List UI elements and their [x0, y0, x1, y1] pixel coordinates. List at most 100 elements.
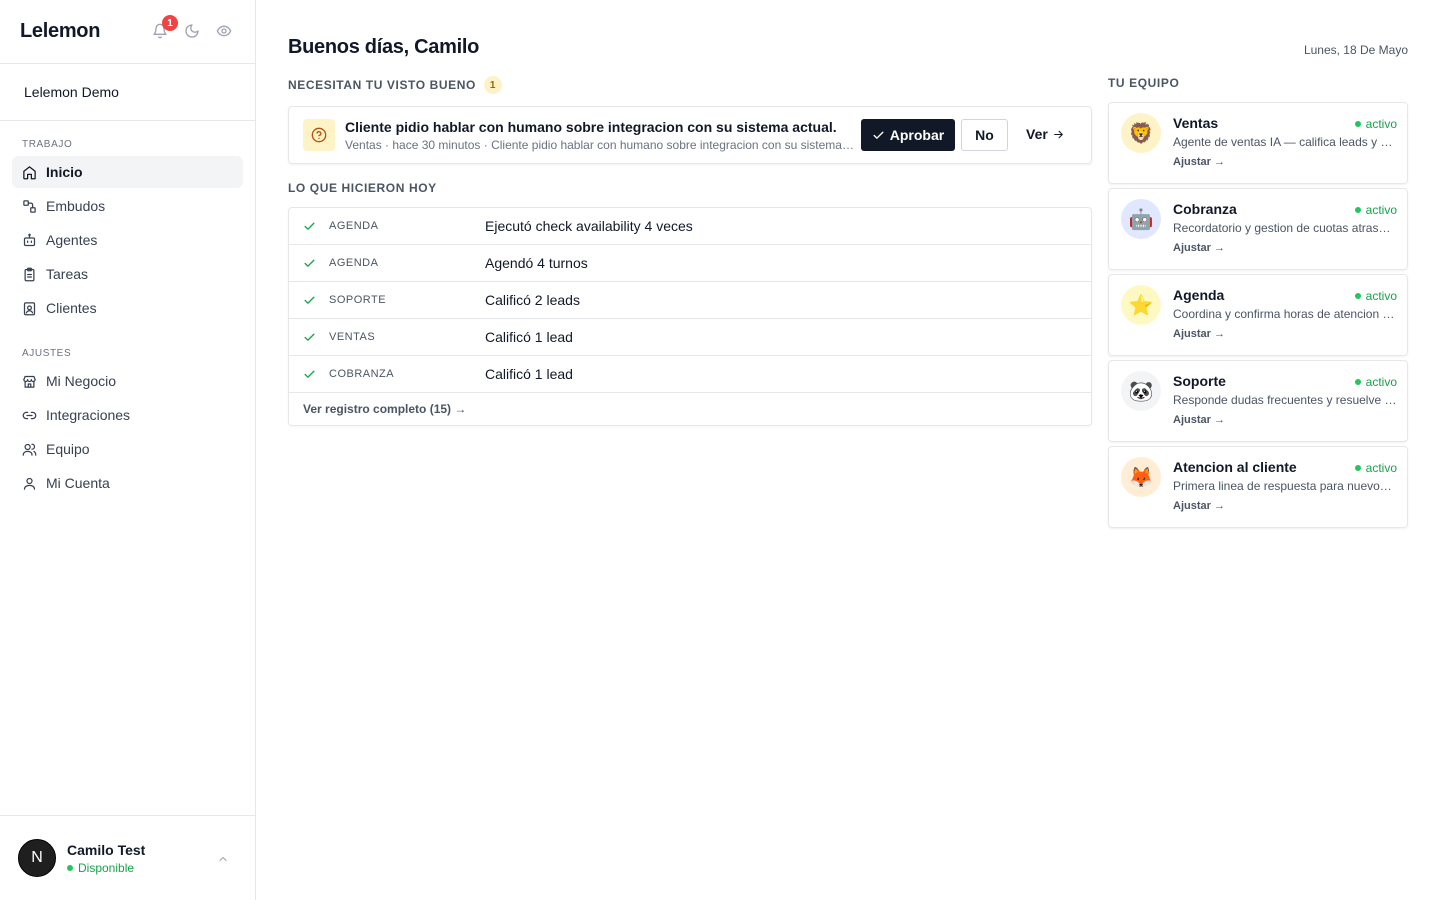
user-info: Camilo Test Disponible — [67, 842, 145, 875]
list-item: AGENDA Ejecutó check availability 4 vece… — [289, 208, 1091, 245]
team-heading: TU EQUIPO — [1108, 76, 1180, 90]
status-dot — [1354, 121, 1361, 127]
check-icon — [303, 368, 329, 381]
sidebar: Lelemon 1 Lelemon Demo TRABAJO Inicio Em… — [0, 0, 256, 900]
adjust-link[interactable]: Ajustar → — [1173, 328, 1225, 340]
activity-category: VENTAS — [329, 331, 376, 343]
approval-title: Cliente pidio hablar con humano sobre in… — [345, 118, 837, 135]
status-dot — [1354, 207, 1361, 213]
workspace-selector[interactable]: Lelemon Demo — [0, 64, 255, 121]
reject-button[interactable]: No — [961, 119, 1008, 151]
list-item: COBRANZA Calificó 1 lead — [289, 356, 1091, 393]
view-full-log-link[interactable]: Ver registro completo (15) → — [289, 393, 1091, 425]
agent-name: Agenda — [1173, 287, 1225, 303]
check-icon — [303, 220, 329, 233]
activity-category: SOPORTE — [329, 294, 387, 306]
chevron-up-icon[interactable] — [217, 852, 229, 868]
user-name: Camilo Test — [67, 841, 146, 858]
current-date: Lunes, 18 De Mayo — [1303, 43, 1408, 57]
adjust-link[interactable]: Ajustar → — [1173, 500, 1225, 512]
activity-category: COBRANZA — [329, 368, 395, 380]
sidebar-item-inicio[interactable]: Inicio — [12, 156, 243, 188]
adjust-link[interactable]: Ajustar → — [1173, 414, 1225, 426]
sidebar-item-integraciones[interactable]: Integraciones — [12, 399, 243, 431]
agent-status-label: activo — [1365, 203, 1397, 217]
sidebar-item-mi-cuenta[interactable]: Mi Cuenta — [12, 467, 243, 499]
eye-icon[interactable] — [215, 22, 233, 40]
agent-status-label: activo — [1365, 117, 1397, 131]
user-icon — [23, 477, 36, 490]
fox-avatar-icon: 🦊 — [1121, 457, 1161, 497]
status-dot — [1354, 293, 1361, 299]
agent-name: Atencion al cliente — [1173, 459, 1297, 475]
list-item: SOPORTE Calificó 2 leads — [289, 282, 1091, 319]
bell-icon[interactable]: 1 — [151, 15, 178, 40]
agent-card[interactable]: 🤖 Cobranza activo Recordatorio y gestion… — [1108, 188, 1408, 270]
moon-icon[interactable] — [183, 22, 201, 40]
view-button-label: Ver — [1026, 126, 1048, 142]
adjust-link[interactable]: Ajustar → — [1173, 156, 1225, 168]
activity-category: AGENDA — [329, 257, 379, 269]
list-item: AGENDA Agendó 4 turnos — [289, 245, 1091, 282]
check-icon — [303, 294, 329, 307]
adjust-link[interactable]: Ajustar → — [1173, 242, 1225, 254]
store-icon — [23, 375, 36, 388]
agent-card[interactable]: 🦊 Atencion al cliente activo Primera lin… — [1108, 446, 1408, 528]
agent-description: Primera linea de respuesta para nuevos c… — [1173, 479, 1397, 493]
check-icon — [303, 257, 329, 270]
activity-text: Calificó 1 lead — [485, 366, 573, 382]
contacts-icon — [23, 301, 36, 315]
agent-description: Agente de ventas IA — califica leads y a… — [1173, 135, 1397, 149]
users-icon — [22, 443, 37, 456]
user-menu[interactable]: N Camilo Test Disponible — [0, 815, 255, 900]
approvals-heading: NECESITAN TU VISTO BUENO 1 — [288, 76, 1092, 94]
activity-heading: LO QUE HICIERON HOY — [288, 181, 437, 195]
approve-button[interactable]: Aprobar — [861, 119, 955, 151]
sidebar-item-label: Tareas — [46, 266, 89, 282]
sidebar-item-agentes[interactable]: Agentes — [12, 224, 243, 256]
arrow-right-icon — [1053, 130, 1063, 138]
approval-card: Cliente pidio hablar con humano sobre in… — [288, 106, 1092, 164]
agent-card[interactable]: 🐼 Soporte activo Responde dudas frecuent… — [1108, 360, 1408, 442]
star-avatar-icon: ⭐ — [1121, 285, 1161, 325]
sidebar-item-label: Agentes — [46, 232, 98, 248]
section-label-trabajo: TRABAJO — [22, 139, 73, 150]
brand-logo[interactable]: Lelemon — [20, 20, 100, 43]
home-icon — [23, 165, 36, 179]
sidebar-item-label: Integraciones — [46, 407, 131, 423]
activity-text: Ejecutó check availability 4 veces — [485, 218, 693, 234]
sidebar-item-equipo[interactable]: Equipo — [12, 433, 243, 465]
question-icon — [303, 119, 335, 151]
approvals-title: NECESITAN TU VISTO BUENO — [288, 78, 476, 92]
approval-text: Cliente pidio hablar con humano sobre in… — [345, 119, 855, 152]
approvals-count-badge: 1 — [483, 76, 502, 94]
view-button[interactable]: Ver — [1026, 126, 1065, 142]
sidebar-item-clientes[interactable]: Clientes — [12, 292, 243, 324]
list-item: VENTAS Calificó 1 lead — [289, 319, 1091, 356]
agent-status-label: activo — [1365, 375, 1397, 389]
agent-name: Soporte — [1173, 373, 1226, 389]
approve-button-label: Aprobar — [889, 127, 945, 143]
sidebar-item-mi-negocio[interactable]: Mi Negocio — [12, 365, 243, 397]
status-dot — [1354, 465, 1361, 471]
activity-category: AGENDA — [329, 220, 379, 232]
user-status-label: Disponible — [78, 860, 135, 875]
agent-card[interactable]: 🦁 Ventas activo Agente de ventas IA — ca… — [1108, 102, 1408, 184]
link-icon — [22, 411, 37, 419]
agent-card[interactable]: ⭐ Agenda activo Coordina y confirma hora… — [1108, 274, 1408, 356]
sidebar-item-label: Clientes — [46, 300, 97, 316]
team-column: TU EQUIPO 🦁 Ventas activo Agente de vent… — [1108, 76, 1408, 528]
agent-status-label: activo — [1365, 289, 1397, 303]
status-badge: activo — [1354, 203, 1397, 217]
status-dot — [1354, 379, 1361, 385]
nav-trabajo: Inicio Embudos Agentes Tareas Clientes — [0, 156, 255, 324]
activity-text: Agendó 4 turnos — [485, 255, 588, 271]
agent-name: Cobranza — [1173, 201, 1237, 217]
user-status: Disponible — [67, 861, 145, 875]
left-column: NECESITAN TU VISTO BUENO 1 Cliente pidio… — [288, 76, 1092, 426]
notification-badge: 1 — [162, 15, 178, 31]
check-icon — [873, 131, 884, 139]
sidebar-item-tareas[interactable]: Tareas — [12, 258, 243, 290]
agent-description: Recordatorio y gestion de cuotas atrasad… — [1173, 221, 1397, 235]
sidebar-item-embudos[interactable]: Embudos — [12, 190, 243, 222]
